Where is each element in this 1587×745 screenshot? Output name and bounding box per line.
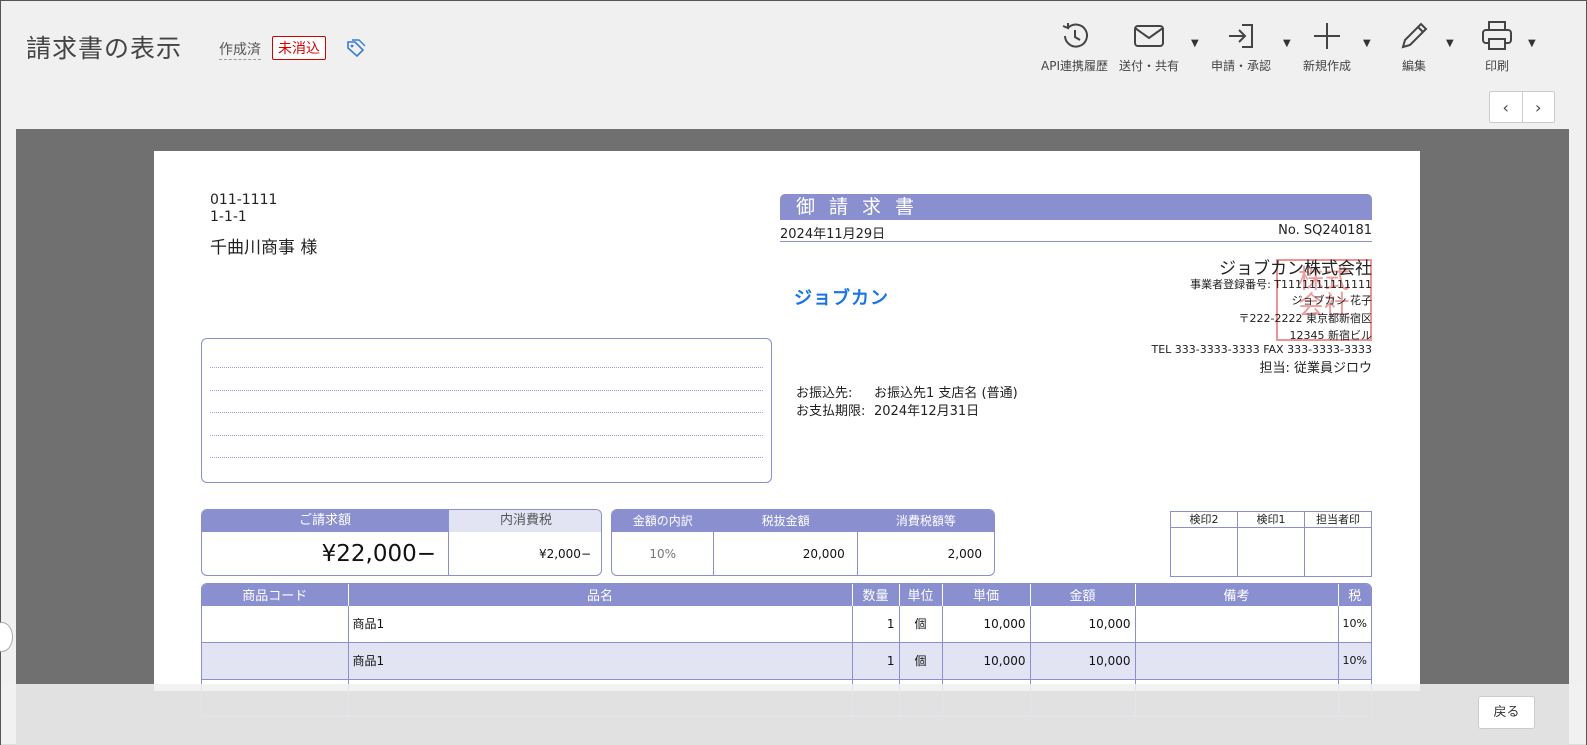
notes-box <box>201 338 772 483</box>
recipient-address: 1-1-1 <box>210 209 247 225</box>
tag-icon[interactable] <box>346 39 366 57</box>
total-value: ¥22,000− <box>321 541 436 567</box>
company-logo: ジョブカン <box>794 288 889 309</box>
send-share-label: 送付・共有 <box>1119 59 1180 73</box>
invoice-date: 2024年11月29日 <box>780 227 886 242</box>
col-unit: 単位 <box>898 584 942 605</box>
top-bar: 請求書の表示 作成済 未消込 API連携履歴 送付・共有 ▼ 申請・承認 ▼ 新… <box>1 1 1586 129</box>
company-tel-fax: TEL 333-3333-3333 FAX 333-3333-3333 <box>1151 343 1372 356</box>
bank-value: お振込先1 支店名 (普通) <box>874 386 1018 401</box>
new-create-label: 新規作成 <box>1303 59 1352 73</box>
plus-icon <box>1314 23 1340 49</box>
api-history-button[interactable]: API連携履歴 <box>1041 19 1108 74</box>
new-create-button[interactable]: 新規作成 <box>1303 19 1351 74</box>
bottom-bar <box>1 684 1586 745</box>
breakdown-rate-header: 金額の内訳 <box>612 510 714 532</box>
due-label: お支払期限: <box>796 404 866 419</box>
invoice-number: No. SQ240181 <box>1278 223 1372 238</box>
pencil-icon <box>1401 22 1428 49</box>
total-label: ご請求額 <box>202 510 448 532</box>
print-dropdown-icon[interactable]: ▼ <box>1528 38 1536 49</box>
breakdown-net-header: 税抜金額 <box>714 510 857 532</box>
bank-label: お振込先: <box>796 386 853 401</box>
approval-stamp-table: 検印2 検印1 担当者印 <box>1170 511 1372 577</box>
page-title: 請求書の表示 <box>26 34 183 63</box>
doc-nav: ‹ › <box>1489 91 1555 123</box>
sign-in-icon <box>1229 24 1253 48</box>
total-summary: ご請求額 内消費税 ¥22,000− ¥2,000− <box>201 509 602 576</box>
bank-info: お振込先: お振込先1 支店名 (普通) <box>796 382 1018 401</box>
col-price: 単価 <box>941 584 1030 605</box>
status-badge-unpaid: 未消込 <box>272 36 326 60</box>
status-created[interactable]: 作成済 <box>219 39 261 60</box>
mail-icon <box>1134 25 1164 47</box>
send-share-button[interactable]: 送付・共有 <box>1119 19 1179 74</box>
due-info: お支払期限: 2024年12月31日 <box>796 400 979 419</box>
col-tax: 税 <box>1337 584 1371 605</box>
next-button[interactable]: › <box>1523 92 1555 122</box>
company-address-1: 〒222-2222 東京都新宿区 <box>1238 312 1372 325</box>
col-name: 品名 <box>347 584 852 605</box>
recipient-name: 千曲川商事 様 <box>210 238 318 258</box>
company-address-2: 12345 新宿ビル <box>1289 329 1373 342</box>
prev-button[interactable]: ‹ <box>1490 92 1523 122</box>
invoice-document: 011-1111 1-1-1 千曲川商事 様 御請求書 2024年11月29日 … <box>154 151 1420 717</box>
side-panel-handle[interactable] <box>0 622 13 652</box>
print-button[interactable]: 印刷 <box>1480 19 1514 74</box>
apply-approve-label: 申請・承認 <box>1211 59 1272 73</box>
stamp-check2: 検印2 <box>1171 512 1237 528</box>
history-icon <box>1062 23 1088 48</box>
stamp-person: 担当者印 <box>1305 512 1371 528</box>
new-create-dropdown-icon[interactable]: ▼ <box>1363 38 1371 49</box>
printer-icon <box>1482 21 1512 50</box>
breakdown-tax-header: 消費税額等 <box>857 510 994 532</box>
breakdown-net: 20,000 <box>802 547 845 561</box>
apply-approve-button[interactable]: 申請・承認 <box>1211 19 1271 74</box>
table-row: 商品1 1 個 10,000 10,000 10% <box>202 604 1371 642</box>
table-row: 商品1 1 個 10,000 10,000 10% <box>202 641 1371 679</box>
recipient-postal: 011-1111 <box>210 192 278 208</box>
api-history-label: API連携履歴 <box>1041 59 1108 73</box>
company-reg-no: 事業者登録番号: T1111111111111 <box>1190 278 1372 291</box>
stamp-check1: 検印1 <box>1238 512 1304 528</box>
col-code: 商品コード <box>202 584 348 605</box>
due-value: 2024年12月31日 <box>874 404 980 419</box>
print-label: 印刷 <box>1484 59 1509 73</box>
back-button[interactable]: 戻る <box>1478 696 1535 729</box>
company-rep: ジョブカン 花子 <box>1291 294 1373 307</box>
edit-label: 編集 <box>1401 59 1426 73</box>
amount-breakdown: 金額の内訳 10% 税抜金額 20,000 消費税額等 2,000 <box>611 509 995 576</box>
edit-button[interactable]: 編集 <box>1397 19 1431 74</box>
invoice-title: 御請求書 <box>780 194 1372 220</box>
col-qty: 数量 <box>851 584 899 605</box>
col-note: 備考 <box>1134 584 1338 605</box>
person-in-charge: 担当: 従業員ジロウ <box>1259 361 1372 376</box>
apply-approve-dropdown-icon[interactable]: ▼ <box>1283 38 1291 49</box>
edit-dropdown-icon[interactable]: ▼ <box>1446 38 1454 49</box>
col-amount: 金額 <box>1029 584 1135 605</box>
tax-included-label: 内消費税 <box>448 510 601 532</box>
tax-included-value: ¥2,000− <box>448 532 601 575</box>
breakdown-rate: 10% <box>649 547 677 561</box>
send-share-dropdown-icon[interactable]: ▼ <box>1191 38 1199 49</box>
breakdown-tax: 2,000 <box>947 547 982 561</box>
